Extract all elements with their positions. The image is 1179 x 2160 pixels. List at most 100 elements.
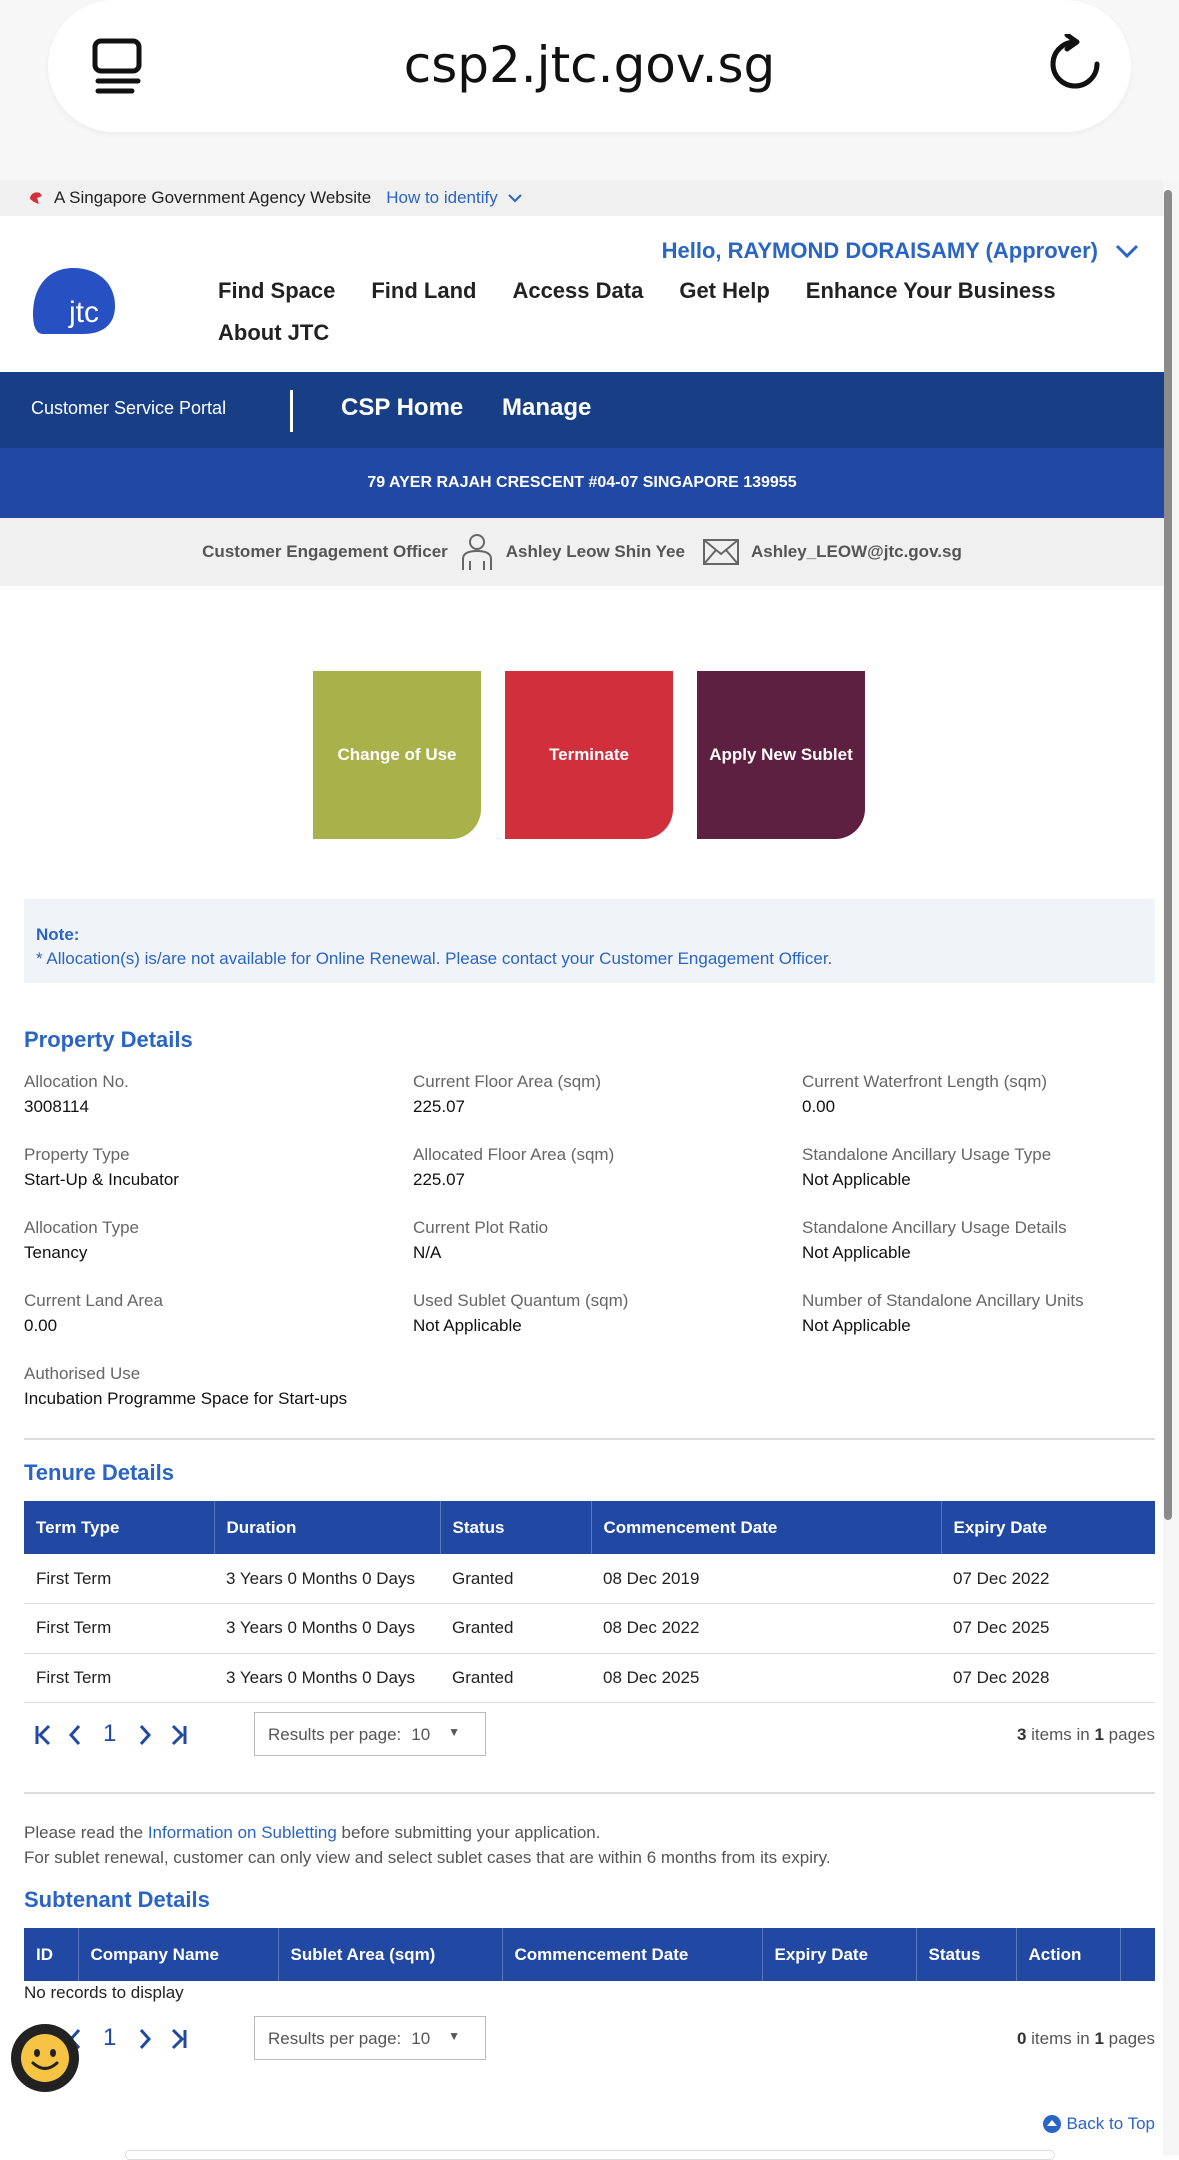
scrollbar-thumb[interactable] (1164, 190, 1172, 1520)
note-box: Note: * Allocation(s) is/are not availab… (24, 899, 1155, 983)
field-allocation-type: Allocation Type Tenancy (24, 1218, 139, 1263)
logo-text: jtc (68, 296, 99, 329)
nav-enhance-business[interactable]: Enhance Your Business (806, 278, 1056, 304)
field-ancillary-usage-type: Standalone Ancillary Usage Type Not Appli… (802, 1145, 1051, 1190)
items-in-text: items in (1031, 2029, 1090, 2048)
no-records-message: No records to display (24, 1983, 184, 2002)
info-prefix: Please read the (24, 1823, 148, 1842)
field-label: Number of Standalone Ancillary Units (802, 1291, 1084, 1310)
table-cell: 08 Dec 2019 (591, 1554, 941, 1604)
field-allocated-floor-area: Allocated Floor Area (sqm) 225.07 (413, 1145, 614, 1190)
col-header[interactable]: Duration (214, 1501, 441, 1554)
items-in-text: items in (1031, 1725, 1090, 1744)
reload-icon[interactable] (1049, 32, 1101, 97)
manage-link[interactable]: Manage (502, 394, 591, 422)
field-label: Property Type (24, 1145, 130, 1164)
nav-about-jtc[interactable]: About JTC (218, 320, 329, 346)
col-header[interactable]: Status (916, 1928, 1017, 1981)
property-details-title: Property Details (24, 1027, 193, 1052)
table-cell: 08 Dec 2022 (591, 1603, 941, 1654)
apply-new-sublet-button[interactable]: Apply New Sublet (697, 671, 865, 839)
col-header[interactable]: Expiry Date (762, 1928, 917, 1981)
field-label: Current Floor Area (sqm) (413, 1072, 601, 1091)
lion-head-icon (30, 192, 42, 204)
ceo-bar: Customer Engagement Officer Ashley Leow … (0, 518, 1164, 586)
table-cell: 3 Years 0 Months 0 Days (214, 1554, 440, 1604)
field-land-area: Current Land Area 0.00 (24, 1291, 163, 1336)
table-cell: Granted (440, 1603, 591, 1654)
subletting-info-link[interactable]: Information on Subletting (148, 1823, 337, 1842)
nav-find-land[interactable]: Find Land (371, 278, 476, 304)
address-bar[interactable]: csp2.jtc.gov.sg (48, 0, 1131, 132)
col-header[interactable]: Action (1016, 1928, 1121, 1981)
url-text[interactable]: csp2.jtc.gov.sg (48, 36, 1131, 94)
jtc-logo[interactable]: jtc (33, 266, 117, 341)
col-header[interactable]: Expiry Date (941, 1501, 1155, 1554)
items-count: 3 items in 1 pages (1017, 1725, 1155, 1745)
rpp-value: 10 (411, 2029, 431, 2048)
table-cell: 07 Dec 2022 (941, 1554, 1155, 1604)
table-row[interactable]: First Term 3 Years 0 Months 0 Days Grant… (24, 1653, 1155, 1703)
next-page-icon[interactable] (138, 1724, 152, 1746)
chevron-down-icon[interactable] (506, 192, 524, 204)
mail-icon (702, 539, 739, 565)
portal-label: Customer Service Portal (31, 398, 227, 418)
site-header: Hello, RAYMOND DORAISAMY (Approver) jtc … (0, 216, 1164, 372)
terminate-button[interactable]: Terminate (505, 671, 673, 839)
col-header[interactable]: Status (440, 1501, 592, 1554)
field-label: Allocated Floor Area (sqm) (413, 1145, 615, 1164)
tenure-table: Term Type Duration Status Commencement D… (24, 1501, 1155, 1703)
field-authorised-use: Authorised Use Incubation Programme Space… (24, 1364, 347, 1409)
table-row[interactable]: First Term 3 Years 0 Months 0 Days Grant… (24, 1603, 1155, 1654)
rpp-value: 10 (411, 1725, 431, 1744)
field-label: Allocation No. (24, 1072, 129, 1091)
field-value: Start-Up & Incubator (24, 1170, 179, 1189)
note-text: * Allocation(s) is/are not available for… (36, 949, 833, 968)
how-to-identify-link[interactable]: How to identify (386, 188, 498, 208)
table-row[interactable]: First Term 3 Years 0 Months 0 Days Grant… (24, 1554, 1155, 1604)
table-cell: 08 Dec 2025 (591, 1653, 941, 1703)
col-header[interactable]: ID (24, 1928, 79, 1981)
field-label: Allocation Type (24, 1218, 139, 1237)
nav-find-space[interactable]: Find Space (218, 278, 335, 304)
ceo-name: Ashley Leow Shin Yee (505, 542, 685, 561)
page-number[interactable]: 1 (103, 1720, 116, 1748)
chevron-down-icon[interactable] (1114, 242, 1140, 260)
prev-page-icon[interactable] (68, 1724, 82, 1746)
rpp-label: Results per page: (268, 2029, 402, 2048)
col-header[interactable]: Sublet Area (sqm) (278, 1928, 503, 1981)
subtenant-table: ID Company Name Sublet Area (sqm) Commen… (24, 1928, 1155, 1981)
field-value: Not Applicable (413, 1316, 522, 1335)
next-page-icon[interactable] (138, 2028, 152, 2050)
col-header[interactable]: Term Type (24, 1501, 215, 1554)
results-per-page-select[interactable]: Results per page: 10 ▼ (254, 2016, 486, 2060)
csp-home-link[interactable]: CSP Home (341, 394, 463, 422)
last-page-icon[interactable] (170, 1724, 188, 1746)
results-per-page-select[interactable]: Results per page: 10 ▼ (254, 1712, 486, 1756)
home-indicator (125, 2150, 1055, 2160)
field-value: Not Applicable (802, 1170, 911, 1189)
ceo-email[interactable]: Ashley_LEOW@jtc.gov.sg (751, 542, 962, 562)
field-sublet-quantum: Used Sublet Quantum (sqm) Not Applicable (413, 1291, 628, 1336)
col-header[interactable]: Commencement Date (591, 1501, 942, 1554)
field-label: Current Waterfront Length (sqm) (802, 1072, 1048, 1091)
col-header[interactable]: Company Name (78, 1928, 279, 1981)
subtenant-details-title: Subtenant Details (24, 1887, 210, 1912)
table-cell: 07 Dec 2028 (941, 1653, 1155, 1703)
field-value: 0.00 (802, 1097, 836, 1116)
field-plot-ratio: Current Plot Ratio N/A (413, 1218, 548, 1263)
user-greeting[interactable]: Hello, RAYMOND DORAISAMY (Approver) (662, 238, 1098, 264)
change-of-use-button[interactable]: Change of Use (313, 671, 481, 839)
nav-access-data[interactable]: Access Data (512, 278, 643, 304)
first-page-icon[interactable] (34, 1724, 52, 1746)
col-header[interactable]: Commencement Date (502, 1928, 763, 1981)
back-to-top-link[interactable]: Back to Top (1042, 2114, 1155, 2134)
last-page-icon[interactable] (170, 2028, 188, 2050)
divider (24, 1438, 1155, 1440)
page-number[interactable]: 1 (103, 2024, 116, 2052)
nav-get-help[interactable]: Get Help (679, 278, 769, 304)
field-label: Current Plot Ratio (413, 1218, 549, 1237)
back-to-top-text: Back to Top (1066, 2114, 1155, 2133)
field-value: 0.00 (24, 1316, 58, 1335)
feedback-smiley-icon[interactable] (11, 2024, 79, 2092)
